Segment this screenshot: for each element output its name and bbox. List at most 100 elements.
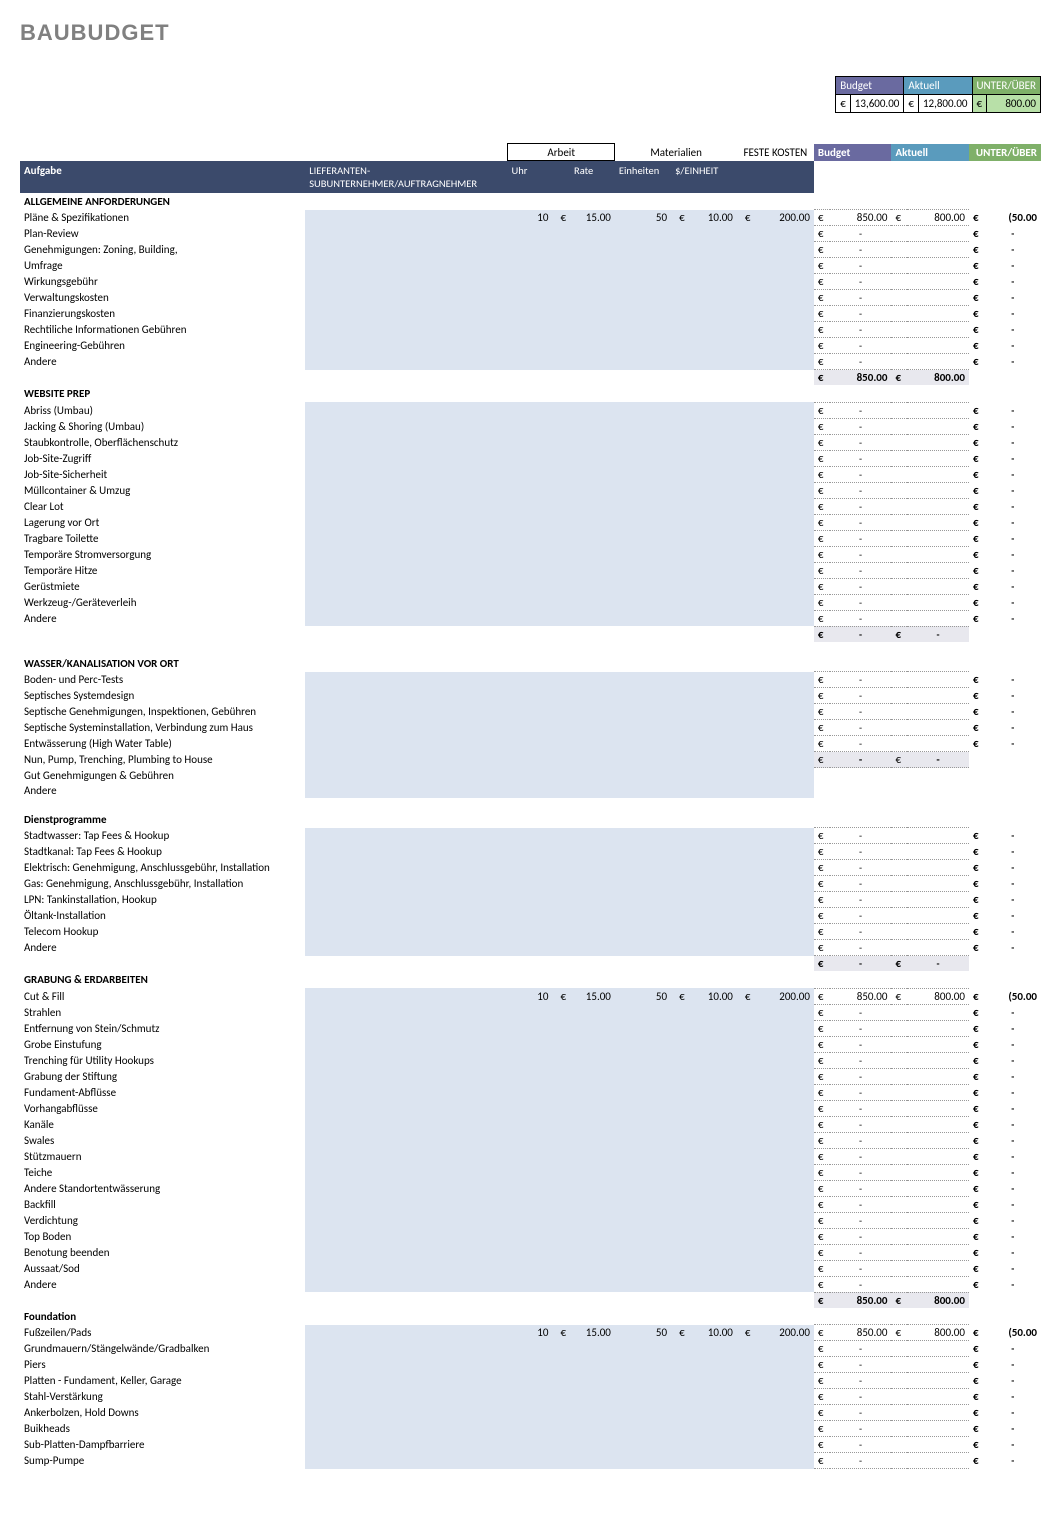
currency-symbol [891, 704, 907, 720]
table-row: Verwaltungskosten€-€- [20, 290, 1041, 306]
currency-symbol: € [814, 1116, 830, 1132]
per-unit-cell [686, 1373, 737, 1389]
aktuell-cell [907, 704, 969, 720]
budget-cell: - [830, 354, 892, 370]
currency-symbol [891, 450, 907, 466]
supplier-cell [305, 418, 507, 434]
currency-symbol [552, 482, 567, 498]
table-row: Piers€-€- [20, 1357, 1041, 1373]
supplier-cell [305, 720, 507, 736]
supplier-cell [305, 402, 507, 418]
subtotal-budget: 850.00 [830, 370, 892, 386]
rate-cell [568, 1357, 615, 1373]
currency-symbol [737, 610, 752, 626]
currency-symbol [671, 354, 686, 370]
currency-symbol [891, 258, 907, 274]
currency-symbol: € [969, 860, 985, 876]
supplier-cell [305, 1405, 507, 1421]
currency-symbol [891, 594, 907, 610]
budget-cell: - [830, 672, 892, 688]
currency-symbol: € [969, 530, 985, 546]
currency-symbol: € [969, 908, 985, 924]
currency-symbol [671, 1389, 686, 1405]
per-unit-cell [686, 1068, 737, 1084]
currency-symbol [891, 1453, 907, 1469]
supplier-cell [305, 1116, 507, 1132]
currency-symbol [891, 226, 907, 242]
budget-cell: - [830, 1132, 892, 1148]
units-cell [615, 1357, 671, 1373]
currency-symbol [891, 482, 907, 498]
currency-symbol [552, 354, 567, 370]
supplier-cell [305, 578, 507, 594]
budget-cell: - [830, 1148, 892, 1164]
table-row: Ankerbolzen, Hold Downs€-€- [20, 1405, 1041, 1421]
aktuell-cell [907, 274, 969, 290]
currency-symbol [737, 1276, 752, 1292]
table-row: Gut Genehmigungen & Gebühren [20, 768, 1041, 783]
rate-cell [568, 1276, 615, 1292]
fixed-cost-cell [752, 688, 814, 704]
per-unit-cell [686, 306, 737, 322]
per-unit-cell [686, 466, 737, 482]
hours-cell [508, 1260, 553, 1276]
currency-symbol [891, 1196, 907, 1212]
currency-symbol [671, 876, 686, 892]
fixed-cost-cell [752, 783, 814, 798]
currency-symbol [552, 514, 567, 530]
hours-cell [508, 828, 553, 844]
currency-symbol [671, 242, 686, 258]
supplier-cell [305, 498, 507, 514]
currency-symbol [671, 908, 686, 924]
rate-cell [568, 908, 615, 924]
currency-symbol: € [814, 274, 830, 290]
task-name: Gas: Genehmigung, Anschlussgebühr, Insta… [20, 876, 305, 892]
currency-symbol [552, 1196, 567, 1212]
currency-symbol [737, 1036, 752, 1052]
currency-symbol [671, 1405, 686, 1421]
rate-cell [568, 594, 615, 610]
rate-cell [568, 338, 615, 354]
currency-symbol: € [814, 1196, 830, 1212]
subtotal-row: €850.00€800.00 [20, 1292, 1041, 1308]
unter-cell: - [985, 688, 1041, 704]
fixed-cost-cell [752, 434, 814, 450]
currency-symbol: € [814, 860, 830, 876]
units-cell [615, 290, 671, 306]
currency-symbol [671, 258, 686, 274]
task-name: Kanäle [20, 1116, 305, 1132]
currency-symbol [552, 546, 567, 562]
units-cell [615, 1276, 671, 1292]
rate-cell [568, 783, 615, 798]
currency-symbol: € [737, 988, 752, 1004]
hours-cell [508, 562, 553, 578]
currency-symbol [737, 704, 752, 720]
per-unit-cell [686, 1389, 737, 1405]
budget-cell: - [830, 290, 892, 306]
fixed-cost-cell [752, 610, 814, 626]
per-unit-cell [686, 338, 737, 354]
fixed-cost-cell [752, 1421, 814, 1437]
rate-cell: 15.00 [568, 210, 615, 226]
task-name: Fundament-Abflüsse [20, 1084, 305, 1100]
currency-symbol: € [969, 736, 985, 752]
currency-symbol [671, 1196, 686, 1212]
currency-symbol [891, 1164, 907, 1180]
currency-symbol: € [814, 844, 830, 860]
unter-cell: - [985, 546, 1041, 562]
units-cell [615, 1148, 671, 1164]
table-row: Temporäre Stromversorgung€-€- [20, 546, 1041, 562]
table-row: Swales€-€- [20, 1132, 1041, 1148]
task-name: Stadtwasser: Tap Fees & Hookup [20, 828, 305, 844]
currency-symbol: € [814, 956, 830, 972]
per-unit-cell [686, 768, 737, 783]
currency-symbol [891, 924, 907, 940]
unter-cell: - [985, 704, 1041, 720]
units-cell [615, 578, 671, 594]
budget-cell: - [830, 466, 892, 482]
table-row: Andere€-€- [20, 1276, 1041, 1292]
currency-symbol [552, 924, 567, 940]
budget-cell: - [830, 1453, 892, 1469]
supplier-cell [305, 274, 507, 290]
currency-symbol [552, 1068, 567, 1084]
